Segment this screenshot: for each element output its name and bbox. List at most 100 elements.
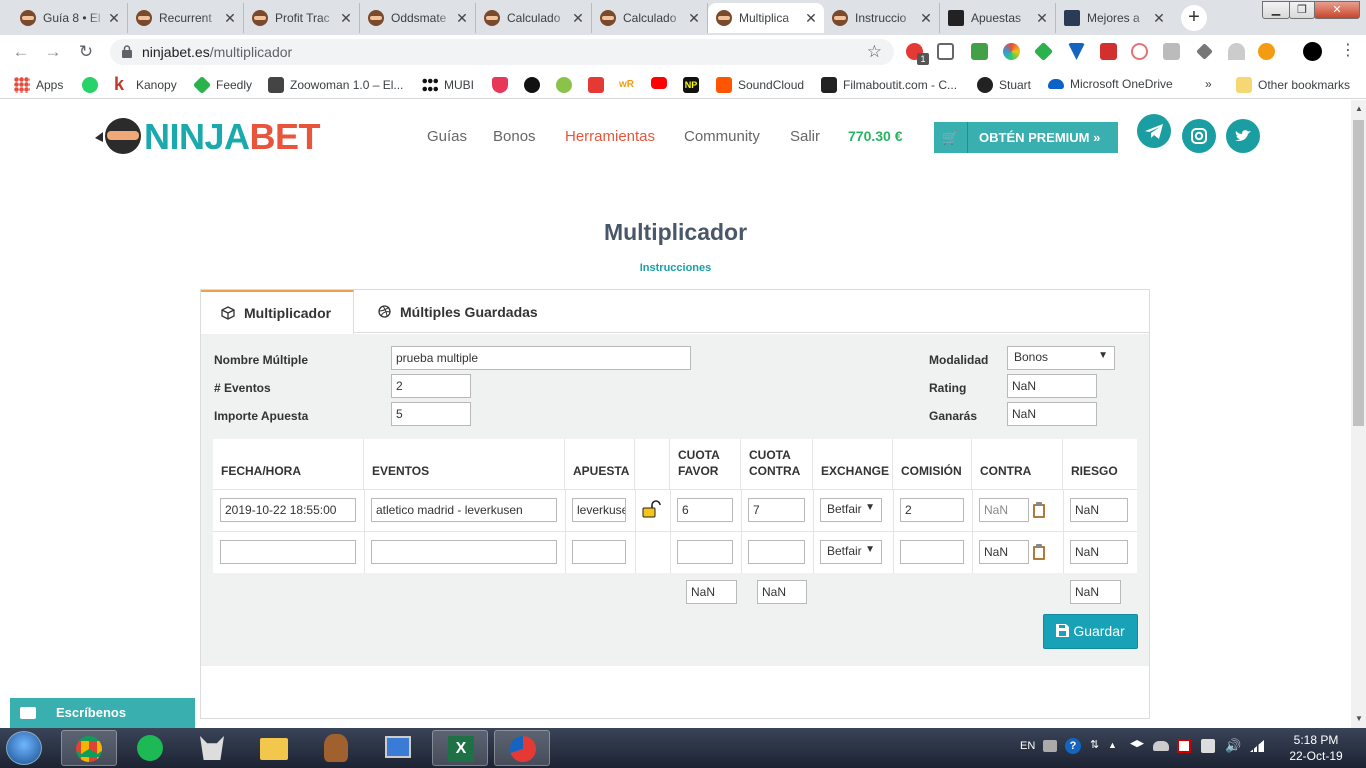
bookmark-onedrive[interactable]: Microsoft OneDrive [1048, 77, 1173, 91]
scroll-down-icon[interactable]: ▼ [1355, 714, 1363, 723]
cuota-favor-input[interactable]: 6 [677, 498, 733, 522]
clipboard-icon[interactable] [1032, 544, 1046, 560]
taskbar-spotify[interactable] [122, 730, 178, 766]
new-tab-button[interactable]: + [1181, 5, 1207, 31]
clipboard-icon[interactable] [1032, 502, 1046, 518]
cuota-favor-input[interactable] [677, 540, 733, 564]
bookmark-apps[interactable]: Apps [14, 77, 63, 93]
telegram-icon[interactable] [1137, 114, 1171, 148]
nombre-multiple-input[interactable]: prueba multiple [391, 346, 691, 370]
taskbar-ccleaner[interactable] [494, 730, 550, 766]
tab-multiples-guardadas[interactable]: Múltiples Guardadas [378, 290, 538, 333]
nav-guias[interactable]: Guías [427, 128, 467, 145]
browser-tab[interactable]: Oddsmate ✕ [360, 3, 476, 33]
bookmark-kanopy[interactable]: k Kanopy [114, 75, 177, 93]
taskbar-explorer[interactable] [246, 730, 302, 766]
exchange-select[interactable]: Betfair ▼ [820, 540, 882, 564]
browser-tab[interactable]: Guía 8 • El ✕ [12, 3, 128, 33]
extension-icon[interactable] [1131, 43, 1148, 60]
chat-widget-button[interactable]: Escríbenos [10, 698, 195, 728]
address-bar[interactable]: ninjabet.es/multiplicador ☆ [110, 39, 894, 65]
network-signal-icon[interactable] [1250, 740, 1264, 752]
fecha-hora-input[interactable]: 2019-10-22 18:55:00 [220, 498, 356, 522]
evento-input[interactable] [371, 540, 557, 564]
nav-salir[interactable]: Salir [790, 128, 820, 145]
extension-icon[interactable] [1228, 43, 1245, 60]
taskbar-app[interactable] [308, 730, 364, 766]
other-bookmarks[interactable]: Other bookmarks [1236, 77, 1350, 93]
tray-arrows-icon[interactable]: ⇅ [1090, 738, 1099, 751]
maximize-window-button[interactable]: ❐ [1289, 1, 1315, 19]
bookmark-site[interactable] [588, 77, 610, 93]
bookmark-spotify[interactable] [524, 77, 546, 93]
system-clock[interactable]: 5:18 PM 22-Oct-19 [1276, 732, 1356, 764]
bookmark-whatsapp[interactable] [82, 77, 104, 93]
eventos-input[interactable]: 2 [391, 374, 471, 398]
browser-tab[interactable]: Recurrent ✕ [128, 3, 244, 33]
browser-tab[interactable]: Mejores a ✕ [1056, 3, 1172, 33]
premium-button[interactable]: 🛒 OBTÉN PREMIUM » [934, 122, 1118, 153]
extension-icon[interactable] [971, 43, 988, 60]
browser-tab[interactable]: Apuestas ✕ [940, 3, 1056, 33]
extension-icon[interactable] [1258, 43, 1275, 60]
close-tab-icon[interactable]: ✕ [223, 11, 237, 25]
nav-community[interactable]: Community [684, 128, 760, 145]
close-tab-icon[interactable]: ✕ [107, 11, 121, 25]
help-icon[interactable]: ? [1065, 738, 1081, 754]
browser-tab[interactable]: Calculado ✕ [476, 3, 592, 33]
comision-input[interactable] [900, 540, 964, 564]
scrollbar-thumb[interactable] [1353, 120, 1364, 426]
bookmark-soundcloud[interactable]: SoundCloud [716, 77, 804, 93]
modalidad-select[interactable]: Bonos ▼ [1007, 346, 1115, 370]
extension-icon[interactable] [1163, 43, 1180, 60]
close-tab-icon[interactable]: ✕ [687, 11, 701, 25]
pocket-extension-icon[interactable] [937, 43, 954, 60]
tab-multiplicador[interactable]: Multiplicador [201, 290, 354, 334]
guardar-button[interactable]: Guardar [1043, 614, 1138, 649]
exchange-select[interactable]: Betfair ▼ [820, 498, 882, 522]
close-tab-icon[interactable]: ✕ [455, 11, 469, 25]
close-window-button[interactable]: ✕ [1314, 1, 1360, 19]
chrome-menu-icon[interactable]: ⋮ [1340, 41, 1356, 61]
close-tab-icon[interactable]: ✕ [1152, 11, 1166, 25]
cuota-contra-input[interactable] [748, 540, 805, 564]
close-tab-icon[interactable]: ✕ [1035, 11, 1049, 25]
taskbar-app[interactable] [184, 730, 240, 766]
extension-icon[interactable] [1100, 43, 1117, 60]
bookmark-site[interactable]: wR [619, 77, 641, 93]
taskbar-app[interactable] [370, 730, 426, 766]
bookmark-stuart[interactable]: Stuart [977, 77, 1031, 93]
twitter-icon[interactable] [1226, 119, 1260, 153]
close-tab-icon[interactable]: ✕ [919, 11, 933, 25]
show-hidden-icons[interactable]: ▲ [1108, 740, 1117, 750]
bookmark-zoowoman[interactable]: Zoowoman 1.0 – El... [268, 77, 403, 93]
instagram-icon[interactable] [1182, 119, 1216, 153]
bookmarks-overflow-button[interactable]: » [1205, 77, 1212, 91]
bookmark-star-icon[interactable]: ☆ [867, 42, 882, 62]
onedrive-icon[interactable] [1153, 741, 1169, 751]
scroll-up-icon[interactable]: ▲ [1355, 104, 1363, 113]
browser-tab[interactable]: Calculado ✕ [592, 3, 708, 33]
bookmark-feedly[interactable]: Feedly [192, 75, 252, 95]
bookmark-site[interactable] [556, 77, 578, 93]
instructions-link[interactable]: Instrucciones [0, 262, 1351, 274]
nav-bonos[interactable]: Bonos [493, 128, 536, 145]
browser-tab-active[interactable]: Multiplica ✕ [708, 3, 824, 33]
apuesta-input[interactable] [572, 540, 626, 564]
browser-tab[interactable]: Instruccio ✕ [824, 3, 940, 33]
nav-herramientas[interactable]: Herramientas [565, 128, 655, 145]
profile-avatar[interactable] [1303, 42, 1322, 61]
ninja-logo-icon[interactable] [93, 116, 145, 156]
network-warning-icon[interactable] [1177, 739, 1191, 753]
apuesta-input[interactable]: leverkusen [572, 498, 626, 522]
dropbox-icon[interactable] [1130, 740, 1144, 748]
unlock-icon[interactable] [642, 500, 662, 518]
bookmark-youtube[interactable] [651, 77, 673, 89]
bookmark-pocket[interactable] [492, 77, 514, 93]
browser-tab[interactable]: Profit Trac ✕ [244, 3, 360, 33]
taskbar-excel[interactable]: X [432, 730, 488, 766]
taskbar-chrome[interactable] [61, 730, 117, 766]
fecha-hora-input[interactable] [220, 540, 356, 564]
bookmark-mubi[interactable]: MUBI [422, 77, 474, 93]
keyboard-icon[interactable] [1043, 740, 1057, 752]
